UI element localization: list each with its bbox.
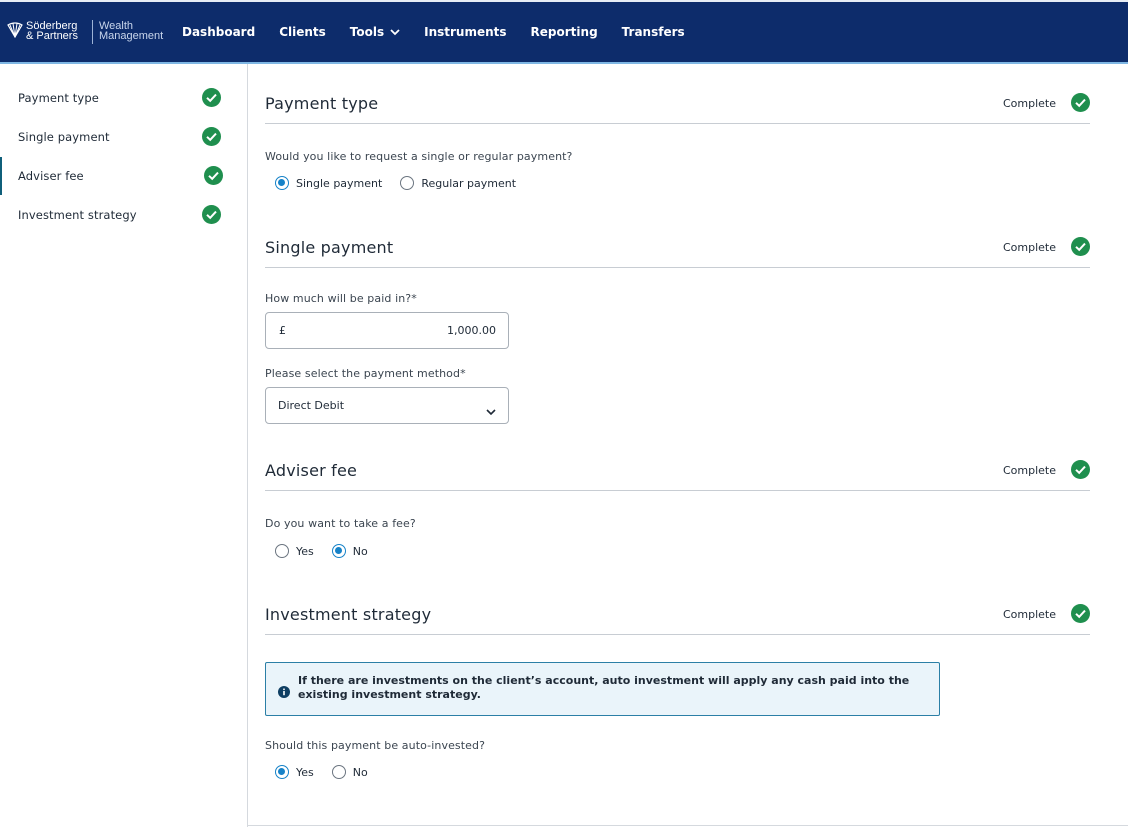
payment-method-label: Please select the payment method* [265,367,466,380]
section-title: Payment type [265,94,379,113]
nav-reporting[interactable]: Reporting [531,25,598,39]
radio-fee-yes[interactable]: Yes [275,544,314,558]
main-nav: Dashboard Clients Tools Instruments Repo… [182,0,709,64]
check-circle-icon [1071,604,1090,627]
chevron-down-icon [390,25,400,39]
auto-invest-info-banner: If there are investments on the client’s… [265,662,940,716]
check-circle-icon [1071,93,1090,116]
check-circle-icon [202,88,221,111]
radio-unselected-icon [400,176,415,190]
status-label: Complete [1002,464,1056,477]
brand-firm-name: Söderberg & Partners [26,20,78,42]
nav-transfers[interactable]: Transfers [622,25,685,39]
sidebar-item-single-payment[interactable]: Single payment [0,118,247,156]
payment-type-question: Would you like to request a single or re… [265,150,573,163]
sidebar-item-adviser-fee[interactable]: Adviser fee [0,157,247,195]
section-header-adviser-fee: Adviser fee Complete [265,451,1090,491]
check-circle-icon [202,205,221,228]
section-title: Adviser fee [265,461,358,480]
sidebar: Payment type Single payment Adviser fee … [0,64,248,827]
status-label: Complete [1002,97,1056,110]
radio-unselected-icon [275,544,289,558]
section-header-payment-type: Payment type Complete [265,84,1090,124]
payment-type-radio-group: Single payment Regular payment [275,176,534,190]
brand-divider [92,20,93,44]
radio-regular-payment[interactable]: Regular payment [400,176,516,190]
sidebar-item-investment-strategy[interactable]: Investment strategy [0,196,247,234]
brand-subtitle: Wealth Management [99,20,164,42]
shell-logo-icon [7,22,23,38]
top-navigation-bar: Söderberg & Partners Wealth Management D… [0,0,1128,64]
radio-selected-icon [275,765,289,779]
check-circle-icon [202,127,221,150]
radio-auto-invest-no[interactable]: No [331,765,368,779]
radio-fee-no[interactable]: No [331,544,368,558]
auto-invest-radio-group: Yes No [275,765,386,779]
section-title: Single payment [265,238,394,257]
sidebar-item-label: Investment strategy [18,208,137,222]
info-icon [278,683,290,702]
currency-prefix: £ [279,324,286,337]
info-text: If there are investments on the client’s… [298,674,910,701]
status-label: Complete [1002,241,1056,254]
check-circle-icon [204,166,223,189]
check-circle-icon [1071,460,1090,483]
sidebar-item-payment-type[interactable]: Payment type [0,79,247,117]
auto-invest-question: Should this payment be auto-invested? [265,739,486,752]
amount-label: How much will be paid in?* [265,292,417,305]
sidebar-item-label: Single payment [18,130,110,144]
radio-single-payment[interactable]: Single payment [275,176,382,190]
sidebar-item-label: Adviser fee [18,169,84,183]
nav-tools[interactable]: Tools [350,25,400,39]
chevron-down-icon [486,401,496,420]
check-circle-icon [1071,237,1090,260]
adviser-fee-radio-group: Yes No [275,544,386,558]
nav-clients[interactable]: Clients [279,25,326,39]
amount-value: 1,000.00 [447,324,496,337]
radio-selected-icon [331,544,346,558]
payment-method-value: Direct Debit [278,399,345,412]
radio-auto-invest-yes[interactable]: Yes [275,765,314,779]
section-title: Investment strategy [265,605,432,624]
adviser-fee-question: Do you want to take a fee? [265,517,416,530]
section-header-single-payment: Single payment Complete [265,228,1090,268]
sidebar-item-label: Payment type [18,91,99,105]
bottom-divider [248,825,1128,826]
amount-input[interactable]: £ 1,000.00 [265,312,509,349]
nav-dashboard[interactable]: Dashboard [182,25,255,39]
nav-instruments[interactable]: Instruments [424,25,506,39]
radio-selected-icon [275,176,289,190]
section-header-investment-strategy: Investment strategy Complete [265,595,1090,635]
radio-unselected-icon [331,765,346,779]
payment-method-select[interactable]: Direct Debit [265,387,509,424]
status-label: Complete [1002,608,1056,621]
